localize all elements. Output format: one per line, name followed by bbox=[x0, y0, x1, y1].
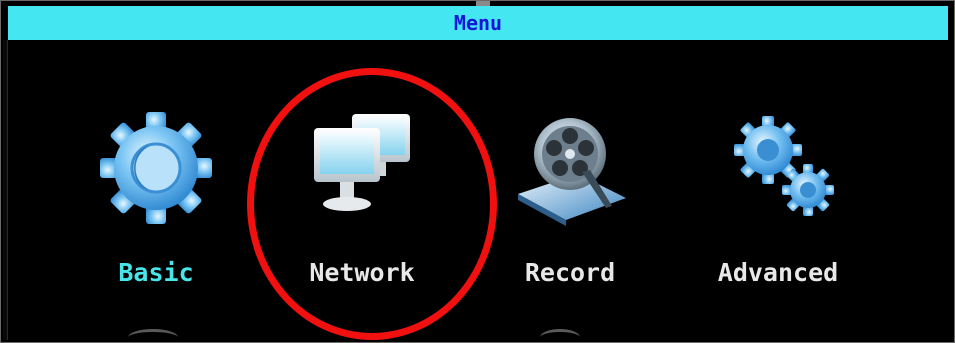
menu-item-record[interactable]: Record bbox=[480, 100, 660, 310]
dvr-menu-screen: Menu Basic Network Record Advanced bbox=[0, 0, 955, 343]
menu-title-bar: Menu bbox=[8, 6, 948, 40]
film-reel-record-icon bbox=[480, 100, 660, 230]
menu-item-label: Record bbox=[524, 258, 616, 287]
double-gear-icon bbox=[688, 100, 868, 230]
next-row-icon-edge bbox=[128, 329, 178, 343]
gear-icon bbox=[66, 100, 246, 230]
menu-item-advanced[interactable]: Advanced bbox=[688, 100, 868, 310]
highlight-circle-annotation bbox=[247, 68, 497, 340]
menu-title: Menu bbox=[453, 11, 503, 35]
left-rail bbox=[3, 40, 8, 340]
menu-item-label: Advanced bbox=[717, 258, 839, 287]
menu-item-basic[interactable]: Basic bbox=[66, 100, 246, 310]
next-row-icon-edge bbox=[540, 329, 580, 343]
menu-item-label: Basic bbox=[118, 258, 194, 287]
